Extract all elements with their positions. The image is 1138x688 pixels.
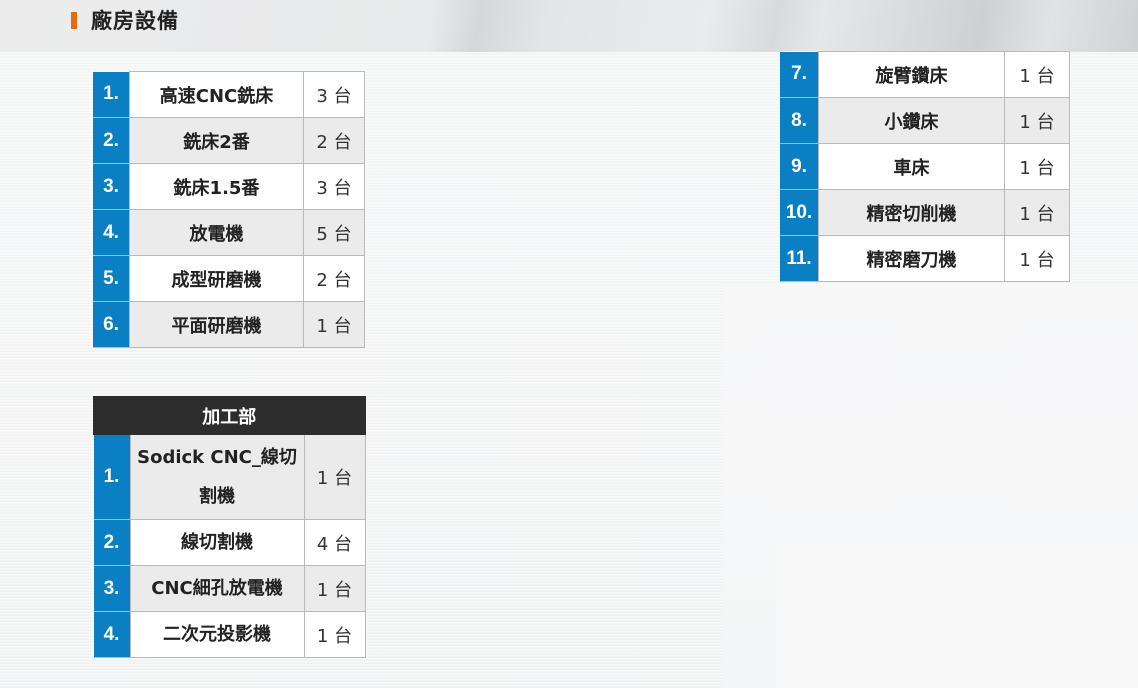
table-row: 2. 銑床2番 2 台 — [93, 117, 365, 164]
table-row: 11. 精密磨刀機 1 台 — [780, 235, 1070, 282]
equipment-quantity: 1 台 — [1004, 235, 1070, 282]
equipment-quantity: 3 台 — [303, 71, 365, 118]
equipment-name: 銑床1.5番 — [129, 163, 304, 210]
table-row: 1. Sodick CNC_線切割機 1 台 — [93, 434, 366, 520]
equipment-quantity: 1 台 — [303, 301, 365, 348]
row-number: 9. — [780, 143, 819, 190]
row-number: 7. — [780, 51, 819, 98]
equipment-quantity: 1 台 — [1004, 143, 1070, 190]
equipment-name: 車床 — [818, 143, 1005, 190]
equipment-name: 精密磨刀機 — [818, 235, 1005, 282]
table-header-row: 加工部 — [93, 396, 366, 435]
row-number: 10. — [780, 189, 819, 236]
equipment-name: 精密切削機 — [818, 189, 1005, 236]
equipment-name: 銑床2番 — [129, 117, 304, 164]
equipment-name: 高速CNC銑床 — [129, 71, 304, 118]
table-row: 3. 銑床1.5番 3 台 — [93, 163, 365, 210]
title-accent-bar — [71, 11, 77, 29]
equipment-quantity: 1 台 — [1004, 97, 1070, 144]
row-number: 3. — [93, 565, 130, 612]
table-row: 10. 精密切削機 1 台 — [780, 189, 1070, 236]
row-number: 5. — [93, 255, 130, 302]
equipment-name: 小鑽床 — [818, 97, 1005, 144]
equipment-quantity: 2 台 — [303, 255, 365, 302]
processing-department-table: 加工部 1. Sodick CNC_線切割機 1 台 2. 線切割機 4 台 3… — [93, 396, 366, 658]
equipment-name: CNC細孔放電機 — [129, 565, 305, 612]
row-number: 4. — [93, 611, 130, 658]
equipment-name: 線切割機 — [129, 519, 305, 566]
table-row: 4. 二次元投影機 1 台 — [93, 611, 366, 658]
row-number: 1. — [93, 71, 130, 118]
row-number: 3. — [93, 163, 130, 210]
table-row: 1. 高速CNC銑床 3 台 — [93, 71, 365, 118]
equipment-name: 旋臂鑽床 — [818, 51, 1005, 98]
row-number: 2. — [93, 117, 130, 164]
row-number: 11. — [780, 235, 819, 282]
equipment-name: 平面研磨機 — [129, 301, 304, 348]
equipment-quantity: 1 台 — [1004, 51, 1070, 98]
background-panel — [776, 545, 1138, 688]
equipment-quantity: 5 台 — [303, 209, 365, 256]
equipment-quantity: 1 台 — [303, 611, 366, 658]
page-title-block: 廠房設備 — [71, 6, 179, 34]
row-number: 8. — [780, 97, 819, 144]
row-number: 6. — [93, 301, 130, 348]
table-row: 8. 小鑽床 1 台 — [780, 97, 1070, 144]
equipment-name: 放電機 — [129, 209, 304, 256]
table-row: 3. CNC細孔放電機 1 台 — [93, 565, 366, 612]
equipment-quantity: 1 台 — [1004, 189, 1070, 236]
row-number: 2. — [93, 519, 130, 566]
equipment-name: 二次元投影機 — [129, 611, 305, 658]
table-row: 5. 成型研磨機 2 台 — [93, 255, 365, 302]
equipment-quantity: 2 台 — [303, 117, 365, 164]
table-header: 加工部 — [93, 396, 366, 435]
equipment-name: Sodick CNC_線切割機 — [129, 434, 305, 520]
table-row: 4. 放電機 5 台 — [93, 209, 365, 256]
row-number: 4. — [93, 209, 130, 256]
equipment-table-left: 1. 高速CNC銑床 3 台 2. 銑床2番 2 台 3. 銑床1.5番 3 台… — [93, 71, 365, 348]
equipment-quantity: 3 台 — [303, 163, 365, 210]
equipment-quantity: 1 台 — [303, 565, 366, 612]
row-number: 1. — [93, 434, 130, 520]
table-row: 6. 平面研磨機 1 台 — [93, 301, 365, 348]
equipment-name: 成型研磨機 — [129, 255, 304, 302]
page-title: 廠房設備 — [91, 9, 179, 33]
equipment-quantity: 1 台 — [303, 434, 366, 520]
equipment-quantity: 4 台 — [303, 519, 366, 566]
table-row: 9. 車床 1 台 — [780, 143, 1070, 190]
table-row: 7. 旋臂鑽床 1 台 — [780, 51, 1070, 98]
table-row: 2. 線切割機 4 台 — [93, 519, 366, 566]
equipment-table-right: 7. 旋臂鑽床 1 台 8. 小鑽床 1 台 9. 車床 1 台 10. 精密切… — [780, 51, 1070, 282]
